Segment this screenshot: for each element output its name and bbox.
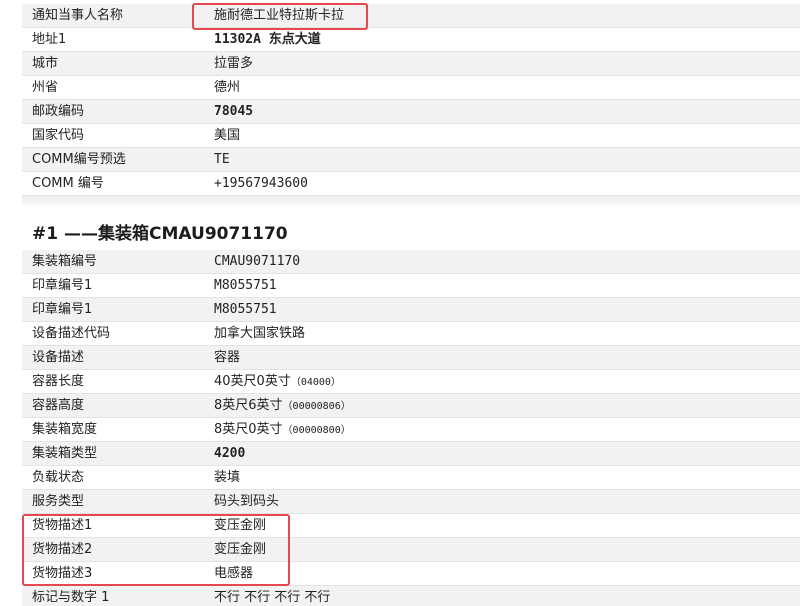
- field-label: COMM编号预选: [32, 152, 126, 167]
- field-label: 印章编号1: [32, 302, 93, 317]
- field-label: 城市: [32, 56, 59, 71]
- notify-party-table: 通知当事人名称 施耐德工业特拉斯卡拉 地址1 11302A 东点大道 城市 拉雷…: [22, 4, 800, 196]
- dimension-text: 8英尺6英寸: [214, 398, 283, 413]
- table-row: 货物描述3 电感器: [22, 562, 800, 586]
- field-label: 容器高度: [32, 398, 85, 413]
- table-row: 标记与数字 1 不行 不行 不行 不行: [22, 586, 800, 606]
- field-label: 负载状态: [32, 470, 85, 485]
- field-value: 11302A 东点大道: [214, 32, 321, 47]
- field-value: 加拿大国家铁路: [214, 326, 306, 341]
- field-value: 变压金刚: [214, 542, 267, 557]
- table-row: 集装箱类型 4200: [22, 442, 800, 466]
- field-value: M8055751: [214, 302, 277, 317]
- table-row: 容器高度 8英尺6英寸（00000806）: [22, 394, 800, 418]
- table-row: 地址1 11302A 东点大道: [22, 28, 800, 52]
- table-row: 负载状态 装填: [22, 466, 800, 490]
- field-value: 施耐德工业特拉斯卡拉: [214, 8, 345, 23]
- table-row: 设备描述代码 加拿大国家铁路: [22, 322, 800, 346]
- container-section-title: #1 ——集装箱CMAU9071170: [32, 224, 288, 244]
- dimension-code: （04000）: [290, 377, 341, 388]
- field-value: 美国: [214, 128, 241, 143]
- table-row: 邮政编码 78045: [22, 100, 800, 124]
- table-row: COMM编号预选 TE: [22, 148, 800, 172]
- table-row: 州省 德州: [22, 76, 800, 100]
- field-label: 集装箱编号: [32, 254, 98, 269]
- table-row: 国家代码 美国: [22, 124, 800, 148]
- table-row: 印章编号1 M8055751: [22, 274, 800, 298]
- field-label: 货物描述2: [32, 542, 93, 557]
- section-divider: [22, 196, 800, 208]
- field-label: 设备描述代码: [32, 326, 111, 341]
- field-label: 集装箱宽度: [32, 422, 98, 437]
- field-value: 40英尺0英寸（04000）: [214, 370, 341, 395]
- field-value: 德州: [214, 80, 241, 95]
- field-label: 货物描述1: [32, 518, 93, 533]
- dimension-code: （00000800）: [282, 425, 351, 436]
- table-row: 集装箱编号 CMAU9071170: [22, 250, 800, 274]
- field-value: 变压金刚: [214, 518, 267, 533]
- field-value: +19567943600: [214, 176, 308, 191]
- dimension-text: 40英尺0英寸: [214, 374, 291, 389]
- field-label: 州省: [32, 80, 59, 95]
- table-row: 印章编号1 M8055751: [22, 298, 800, 322]
- field-value: 8英尺6英寸（00000806）: [214, 394, 351, 419]
- field-value: 容器: [214, 350, 241, 365]
- field-value: 电感器: [214, 566, 254, 581]
- field-label: COMM 编号: [32, 176, 104, 191]
- field-value: 装填: [214, 470, 241, 485]
- field-label: 地址1: [32, 32, 67, 47]
- dimension-code: （00000806）: [282, 401, 351, 412]
- field-label: 国家代码: [32, 128, 85, 143]
- field-label: 通知当事人名称: [32, 8, 124, 23]
- field-label: 设备描述: [32, 350, 85, 365]
- field-label: 邮政编码: [32, 104, 85, 119]
- field-label: 服务类型: [32, 494, 85, 509]
- field-label: 印章编号1: [32, 278, 93, 293]
- table-row: 服务类型 码头到码头: [22, 490, 800, 514]
- table-row: COMM 编号 +19567943600: [22, 172, 800, 196]
- field-value: 不行 不行 不行 不行: [214, 590, 331, 605]
- field-value: 拉雷多: [214, 56, 254, 71]
- field-value: 8英尺0英寸（00000800）: [214, 418, 351, 443]
- table-row: 通知当事人名称 施耐德工业特拉斯卡拉: [22, 4, 800, 28]
- field-value: 78045: [214, 104, 254, 119]
- table-row: 货物描述2 变压金刚: [22, 538, 800, 562]
- field-label: 集装箱类型: [32, 446, 98, 461]
- field-label: 容器长度: [32, 374, 85, 389]
- table-row: 货物描述1 变压金刚: [22, 514, 800, 538]
- table-row: 设备描述 容器: [22, 346, 800, 370]
- table-row: 集装箱宽度 8英尺0英寸（00000800）: [22, 418, 800, 442]
- field-value: 4200: [214, 446, 246, 461]
- field-label: 标记与数字 1: [32, 590, 110, 605]
- field-value: M8055751: [214, 278, 277, 293]
- table-row: 容器长度 40英尺0英寸（04000）: [22, 370, 800, 394]
- field-value: 码头到码头: [214, 494, 280, 509]
- table-row: 城市 拉雷多: [22, 52, 800, 76]
- dimension-text: 8英尺0英寸: [214, 422, 283, 437]
- field-value: TE: [214, 152, 230, 167]
- field-value: CMAU9071170: [214, 254, 301, 269]
- field-label: 货物描述3: [32, 566, 93, 581]
- container-table: 集装箱编号 CMAU9071170 印章编号1 M8055751 印章编号1 M…: [22, 250, 800, 606]
